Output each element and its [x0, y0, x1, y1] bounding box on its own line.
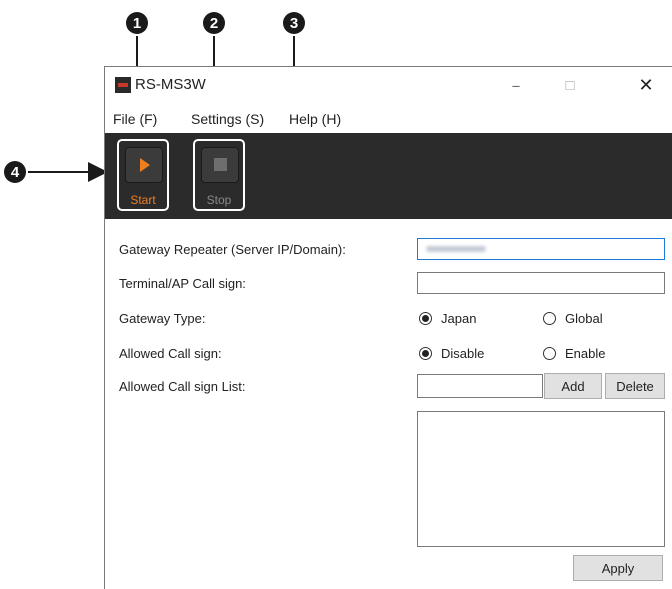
redacted-value: [426, 246, 486, 252]
start-face: [125, 147, 163, 183]
callout-1: 1: [126, 12, 148, 34]
app-window: RS-MS3W – □ ✕ File (F) Settings (S) Help…: [104, 66, 672, 589]
play-icon: [140, 158, 150, 172]
stop-label: Stop: [206, 193, 232, 207]
allowed-callsign-label: Allowed Call sign:: [119, 346, 222, 361]
add-button[interactable]: Add: [544, 373, 602, 399]
menu-settings[interactable]: Settings (S): [191, 111, 264, 127]
gateway-repeater-label: Gateway Repeater (Server IP/Domain):: [119, 242, 346, 257]
stop-button[interactable]: Stop: [193, 139, 245, 211]
toolbar: Start Stop: [105, 133, 672, 219]
gateway-type-global-radio[interactable]: [543, 312, 556, 325]
terminal-callsign-label: Terminal/AP Call sign:: [119, 276, 246, 291]
callout-2: 2: [203, 12, 225, 34]
allowed-callsign-input[interactable]: [417, 374, 543, 398]
minimize-button[interactable]: –: [493, 71, 539, 99]
gateway-type-japan-radio[interactable]: [419, 312, 432, 325]
app-logo-icon: [115, 77, 131, 93]
menu-bar: File (F) Settings (S) Help (H): [105, 103, 672, 133]
terminal-callsign-input[interactable]: [417, 272, 665, 294]
menu-help[interactable]: Help (H): [289, 111, 341, 127]
allowed-callsign-disable-radio[interactable]: [419, 347, 432, 360]
title-bar: RS-MS3W – □ ✕: [105, 67, 672, 103]
gateway-type-japan-label: Japan: [441, 311, 477, 326]
close-button[interactable]: ✕: [623, 71, 669, 99]
start-button[interactable]: Start: [117, 139, 169, 211]
callout-4: 4: [4, 161, 26, 183]
gateway-type-global-label: Global: [565, 311, 603, 326]
gateway-repeater-input[interactable]: [417, 238, 665, 260]
allowed-callsign-list[interactable]: [417, 411, 665, 547]
allowed-callsign-enable-radio[interactable]: [543, 347, 556, 360]
allowed-callsign-enable-label: Enable: [565, 346, 606, 361]
menu-file[interactable]: File (F): [113, 111, 157, 127]
delete-button[interactable]: Delete: [605, 373, 665, 399]
allowed-callsign-disable-label: Disable: [441, 346, 485, 361]
apply-button[interactable]: Apply: [573, 555, 663, 581]
stop-icon: [214, 158, 227, 171]
maximize-button[interactable]: □: [547, 71, 593, 99]
gateway-type-label: Gateway Type:: [119, 311, 206, 326]
stop-face: [201, 147, 239, 183]
allowed-list-label: Allowed Call sign List:: [119, 379, 246, 394]
callout-3: 3: [283, 12, 305, 34]
window-title: RS-MS3W: [135, 76, 206, 93]
start-label: Start: [130, 193, 156, 207]
